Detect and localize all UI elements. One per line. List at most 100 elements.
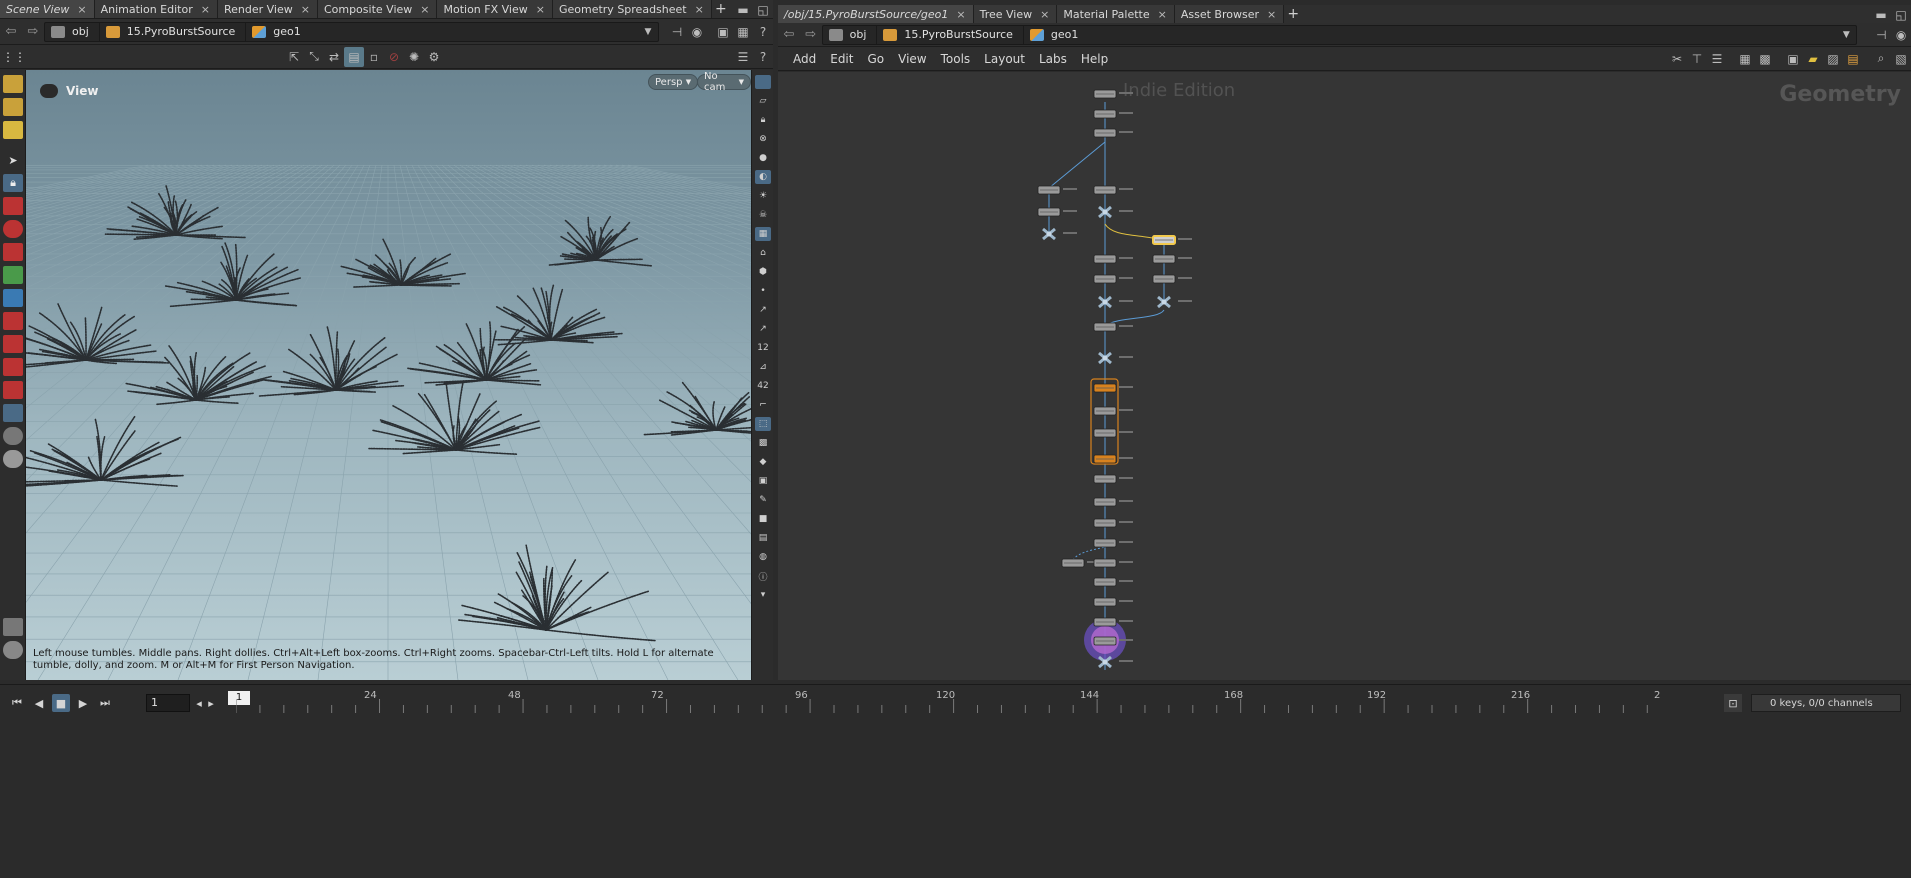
- menu-help[interactable]: Help: [1074, 52, 1115, 66]
- close-icon[interactable]: ×: [536, 3, 545, 16]
- point-number-icon[interactable]: 12: [755, 341, 771, 355]
- close-icon[interactable]: ×: [1158, 8, 1167, 21]
- handle-icon[interactable]: [3, 266, 23, 284]
- menu-layout[interactable]: Layout: [977, 52, 1032, 66]
- tab-composite-view[interactable]: Composite View ×: [317, 0, 438, 18]
- pin-icon[interactable]: ⊣: [667, 22, 687, 42]
- close-icon[interactable]: ×: [201, 3, 210, 16]
- node-graph[interactable]: [778, 72, 1911, 680]
- vertex-icon[interactable]: ⊿: [755, 360, 771, 374]
- menu-labs[interactable]: Labs: [1032, 52, 1074, 66]
- jump-end-icon[interactable]: ⏭: [96, 694, 114, 712]
- eraser-icon[interactable]: [3, 121, 23, 139]
- wireframe-icon[interactable]: ⌂: [755, 246, 771, 260]
- magnet-icon[interactable]: [3, 312, 23, 330]
- settings-icon[interactable]: ⚙: [424, 47, 444, 67]
- back-arrow-icon[interactable]: ⇦: [778, 27, 800, 42]
- back-arrow-icon[interactable]: ⇦: [0, 24, 22, 39]
- lock-camera-icon[interactable]: 🔒︎: [755, 113, 771, 127]
- template-icon[interactable]: ⬚: [755, 417, 771, 431]
- grid-icon[interactable]: ▦: [733, 22, 753, 42]
- crumb-geo1[interactable]: geo1: [246, 23, 310, 41]
- tab-asset-browser[interactable]: Asset Browser ×: [1174, 5, 1285, 23]
- grid-points-icon[interactable]: ▩: [1755, 49, 1775, 69]
- crumb-obj[interactable]: obj: [45, 22, 100, 41]
- help-icon[interactable]: ?: [753, 22, 773, 42]
- crumb-pyroburst[interactable]: 15.PyroBurstSource: [877, 25, 1024, 44]
- help-icon[interactable]: ?: [753, 47, 773, 67]
- select-mode-icon[interactable]: ⇱: [284, 47, 304, 67]
- menu-add[interactable]: Add: [786, 52, 823, 66]
- scene-viewport[interactable]: View Persp ▼ No cam ▼ Left mouse tumbles…: [26, 70, 751, 680]
- keys-channels-status[interactable]: 0 keys, 0/0 channels: [1751, 694, 1901, 712]
- light-icon[interactable]: ◐: [755, 170, 771, 184]
- tab-render-view[interactable]: Render View ×: [217, 0, 318, 18]
- frame-field[interactable]: 1: [146, 694, 190, 712]
- normal-icon[interactable]: ↗: [755, 303, 771, 317]
- background-image-icon[interactable]: ▨: [1823, 49, 1843, 69]
- jump-start-icon[interactable]: ⏮: [8, 694, 26, 712]
- add-tab-icon[interactable]: +: [712, 0, 730, 18]
- prim-number-icon[interactable]: 42: [755, 379, 771, 393]
- render-icon[interactable]: [3, 450, 23, 468]
- snapshot-icon[interactable]: ▣: [713, 22, 733, 42]
- uv-icon[interactable]: ⌐: [755, 398, 771, 412]
- camera-lens-icon[interactable]: [3, 641, 23, 659]
- rotate-icon[interactable]: [3, 220, 23, 238]
- image-icon[interactable]: ▧: [1891, 49, 1911, 69]
- pane-menu-icon[interactable]: ▬: [1871, 5, 1891, 25]
- background-icon[interactable]: ▤: [755, 531, 771, 545]
- home-icon[interactable]: ⊗: [755, 132, 771, 146]
- add-tab-icon[interactable]: +: [1284, 5, 1302, 23]
- play-reverse-icon[interactable]: ◀: [30, 694, 48, 712]
- close-icon[interactable]: ×: [77, 3, 86, 16]
- forward-arrow-icon[interactable]: ⇨: [800, 27, 822, 42]
- close-icon[interactable]: ×: [301, 3, 310, 16]
- diamond-icon[interactable]: ◆: [755, 455, 771, 469]
- crumb-geo1[interactable]: geo1: [1024, 26, 1088, 44]
- expand-icon[interactable]: ▾: [755, 588, 771, 602]
- chevron-down-icon[interactable]: ▼: [638, 22, 658, 42]
- move-icon[interactable]: [3, 197, 23, 215]
- stop-icon[interactable]: ■: [52, 694, 70, 712]
- snap-curve-icon[interactable]: [3, 358, 23, 376]
- tab-network-geo1[interactable]: /obj/15.PyroBurstSource/geo1 ×: [778, 5, 974, 23]
- tab-geometry-spreadsheet[interactable]: Geometry Spreadsheet ×: [552, 0, 712, 18]
- paint-icon[interactable]: [3, 98, 23, 116]
- close-icon[interactable]: ×: [1267, 8, 1276, 21]
- sphere-icon[interactable]: ●: [755, 151, 771, 165]
- network-boxes-icon[interactable]: ▣: [1783, 49, 1803, 69]
- display-options-icon[interactable]: [755, 75, 771, 89]
- stop-icon[interactable]: ⊘: [384, 47, 404, 67]
- vector-icon[interactable]: ↗: [755, 322, 771, 336]
- link-icon[interactable]: ◉: [687, 22, 707, 42]
- square-icon[interactable]: ■: [755, 512, 771, 526]
- select-group-icon[interactable]: ⇄: [324, 47, 344, 67]
- close-icon[interactable]: ×: [956, 8, 965, 21]
- snapping-icon[interactable]: ✺: [404, 47, 424, 67]
- persp-dropdown[interactable]: Persp ▼: [648, 74, 699, 90]
- camera-view-icon[interactable]: [40, 84, 58, 98]
- link-icon[interactable]: ◉: [1891, 25, 1911, 45]
- tab-motion-fx-view[interactable]: Motion FX View ×: [437, 0, 553, 18]
- camera-dropdown[interactable]: No cam ▼: [697, 71, 751, 93]
- shelf-dots-icon[interactable]: ⋮⋮: [2, 47, 26, 67]
- menu-edit[interactable]: Edit: [823, 52, 860, 66]
- checker-icon[interactable]: ▩: [755, 436, 771, 450]
- lock-icon[interactable]: 🔒︎: [3, 174, 23, 192]
- play-forward-icon[interactable]: ▶: [74, 694, 92, 712]
- shading-icon[interactable]: ▦: [755, 227, 771, 241]
- scale-icon[interactable]: [3, 243, 23, 261]
- view-options-icon[interactable]: ☰: [733, 47, 753, 67]
- camera-icon[interactable]: [3, 427, 23, 445]
- close-icon[interactable]: ×: [695, 3, 704, 16]
- crumb-obj[interactable]: obj: [823, 25, 878, 44]
- tab-scene-view[interactable]: Scene View ×: [0, 0, 95, 18]
- ghost-icon[interactable]: ▱: [755, 94, 771, 108]
- grid-view-icon[interactable]: ▦: [1735, 49, 1755, 69]
- snap-icon[interactable]: [3, 335, 23, 353]
- bulb-icon[interactable]: ☀: [755, 189, 771, 203]
- menu-view[interactable]: View: [891, 52, 933, 66]
- pane-menu-icon[interactable]: ▬: [733, 0, 753, 20]
- step-forward-icon[interactable]: ▸: [206, 694, 216, 712]
